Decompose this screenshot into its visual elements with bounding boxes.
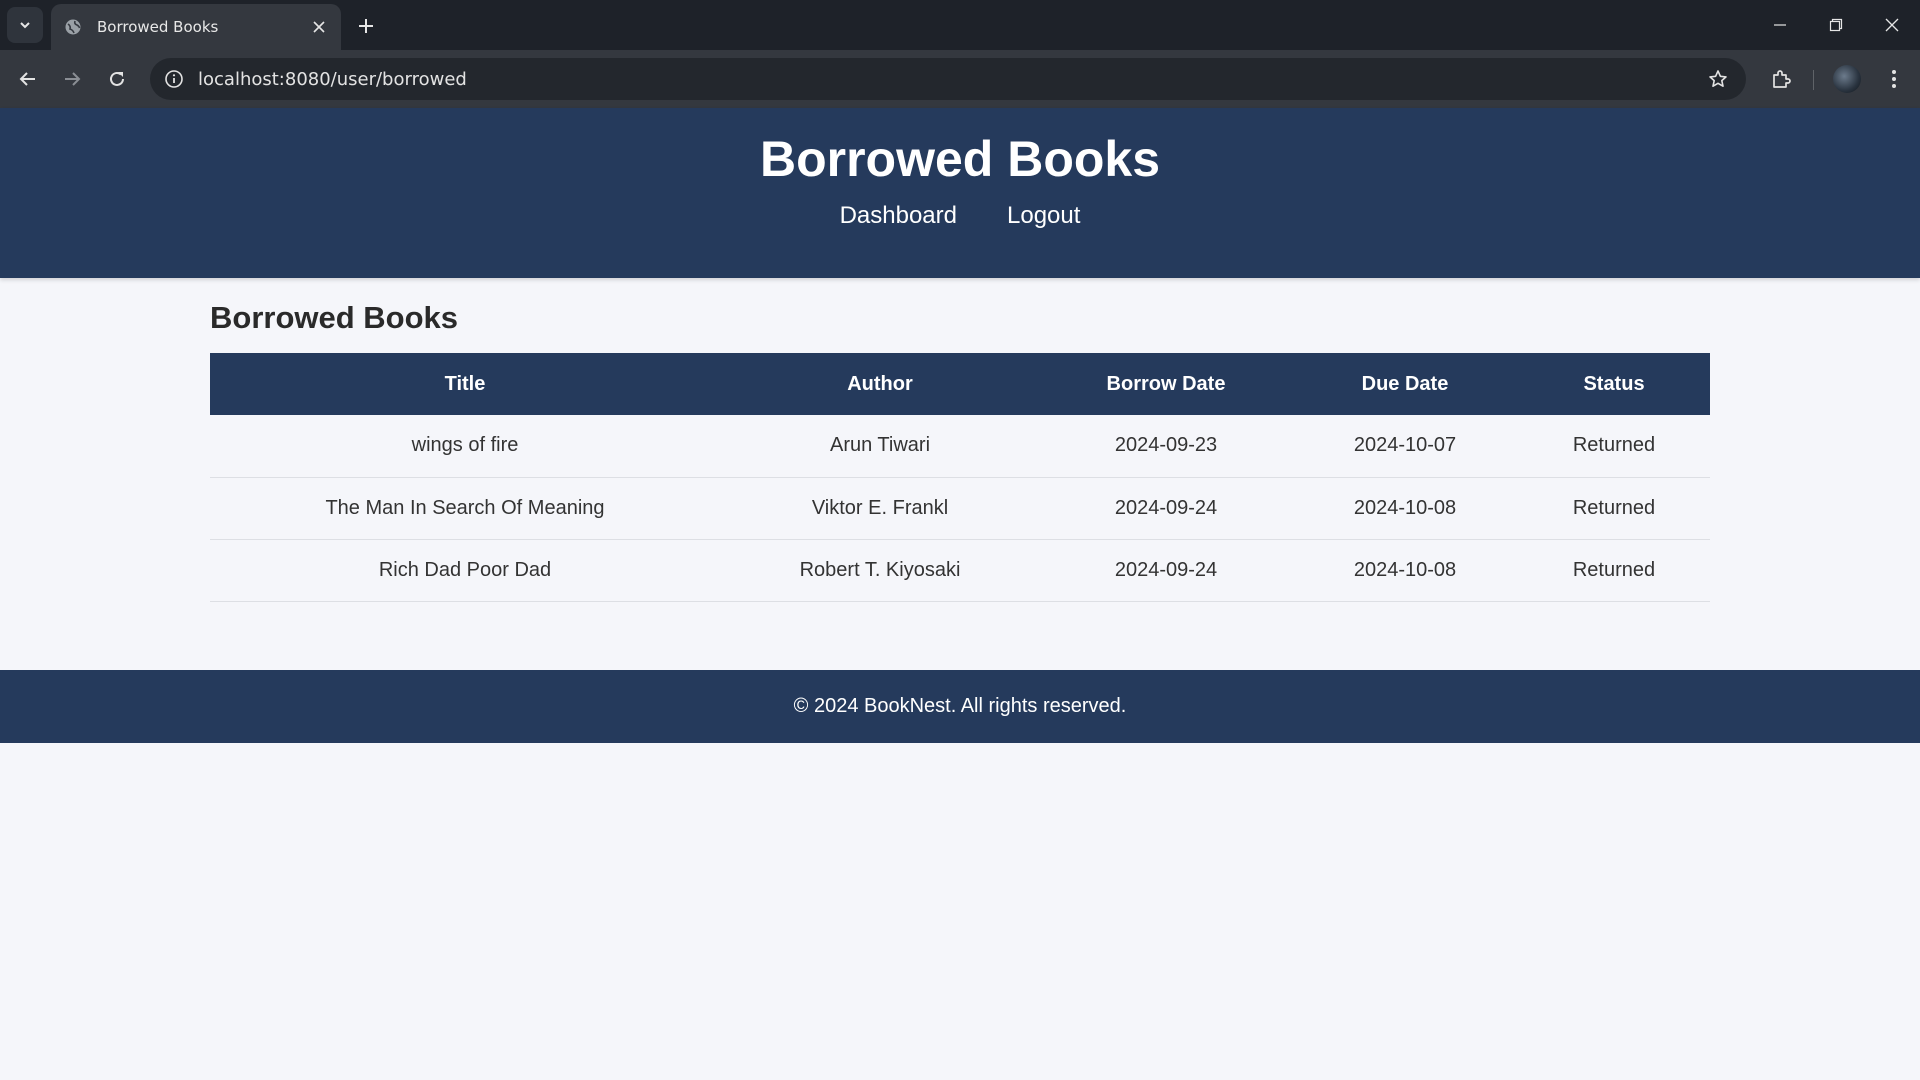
site-footer: © 2024 BookNest. All rights reserved. (0, 670, 1920, 743)
close-window-button[interactable] (1864, 0, 1920, 50)
cell-title: The Man In Search Of Meaning (325, 496, 605, 519)
browser-toolbar: localhost:8080/user/borrowed (0, 50, 1920, 108)
header-nav: Dashboard Logout (0, 202, 1920, 230)
minimize-button[interactable] (1752, 0, 1808, 50)
cell-author: Arun Tiwari (829, 434, 931, 457)
cell-status: Returned (1572, 558, 1656, 581)
arrow-left-icon (19, 72, 35, 86)
minimize-icon (1774, 24, 1786, 26)
section-title: Borrowed Books (210, 300, 459, 335)
column-header-due-date: Due Date (1361, 372, 1449, 395)
cell-author: Viktor E. Frankl (811, 496, 949, 519)
tab-search-button[interactable] (7, 7, 43, 43)
chevron-down-icon (20, 22, 30, 29)
table-row: The Man In Search Of Meaning Viktor E. F… (210, 477, 1710, 539)
cell-borrow-date: 2024-09-24 (1114, 496, 1218, 519)
column-header-author: Author (847, 372, 913, 395)
close-tab-icon[interactable] (309, 17, 329, 37)
bookmark-star-icon[interactable] (1698, 59, 1738, 99)
site-header: Borrowed Books Dashboard Logout (0, 108, 1920, 278)
profile-avatar[interactable] (1833, 65, 1861, 93)
page-viewport: Borrowed Books Dashboard Logout Borrowed… (0, 108, 1920, 1080)
column-header-status: Status (1583, 372, 1645, 395)
new-tab-button[interactable] (352, 12, 380, 40)
cell-due-date: 2024-10-07 (1353, 434, 1457, 457)
more-vertical-icon (1892, 70, 1896, 88)
restore-button[interactable] (1808, 0, 1864, 50)
cell-borrow-date: 2024-09-24 (1114, 558, 1218, 581)
column-header-title: Title (444, 372, 486, 395)
main-content: Borrowed Books Title Author Borrow Date … (210, 300, 1710, 601)
cell-status: Returned (1572, 434, 1656, 457)
site-info-icon[interactable] (154, 59, 194, 99)
column-header-borrow-date: Borrow Date (1106, 372, 1226, 395)
cell-borrow-date: 2024-09-23 (1114, 434, 1218, 457)
forward-button[interactable] (55, 62, 89, 96)
nav-dashboard-link[interactable]: Dashboard (840, 202, 957, 230)
reload-button[interactable] (100, 62, 134, 96)
borrowed-books-table: Title Author Borrow Date Due Date Status… (210, 353, 1710, 602)
footer-copyright: © 2024 BookNest. All rights reserved. (793, 695, 1127, 717)
nav-logout-link[interactable]: Logout (1007, 202, 1080, 230)
tab-title: Borrowed Books (97, 18, 219, 36)
cell-author: Robert T. Kiyosaki (799, 558, 961, 581)
globe-icon (63, 17, 83, 37)
back-button[interactable] (11, 62, 45, 96)
table-header-row: Title Author Borrow Date Due Date Status (210, 353, 1710, 415)
cell-title: wings of fire (411, 434, 519, 457)
table-row: wings of fire Arun Tiwari 2024-09-23 202… (210, 415, 1710, 477)
page-title: Borrowed Books (759, 131, 1161, 187)
close-icon (1885, 18, 1899, 32)
browser-menu-button[interactable] (1877, 62, 1911, 96)
table-row: Rich Dad Poor Dad Robert T. Kiyosaki 202… (210, 539, 1710, 601)
extensions-button[interactable] (1764, 62, 1798, 96)
cell-due-date: 2024-10-08 (1353, 496, 1457, 519)
reload-icon (110, 71, 124, 86)
address-bar[interactable]: localhost:8080/user/borrowed (150, 58, 1746, 100)
puzzle-icon (1773, 70, 1791, 88)
arrow-right-icon (65, 72, 81, 86)
cell-due-date: 2024-10-08 (1353, 558, 1457, 581)
plus-icon (359, 19, 373, 33)
url-text[interactable]: localhost:8080/user/borrowed (194, 69, 1698, 90)
browser-tabstrip: Borrowed Books (0, 0, 1920, 50)
cell-title: Rich Dad Poor Dad (378, 558, 552, 581)
window-controls (1752, 0, 1920, 50)
cell-status: Returned (1572, 496, 1656, 519)
restore-icon (1829, 18, 1843, 32)
browser-tab[interactable]: Borrowed Books (51, 4, 341, 50)
toolbar-separator (1813, 70, 1814, 90)
